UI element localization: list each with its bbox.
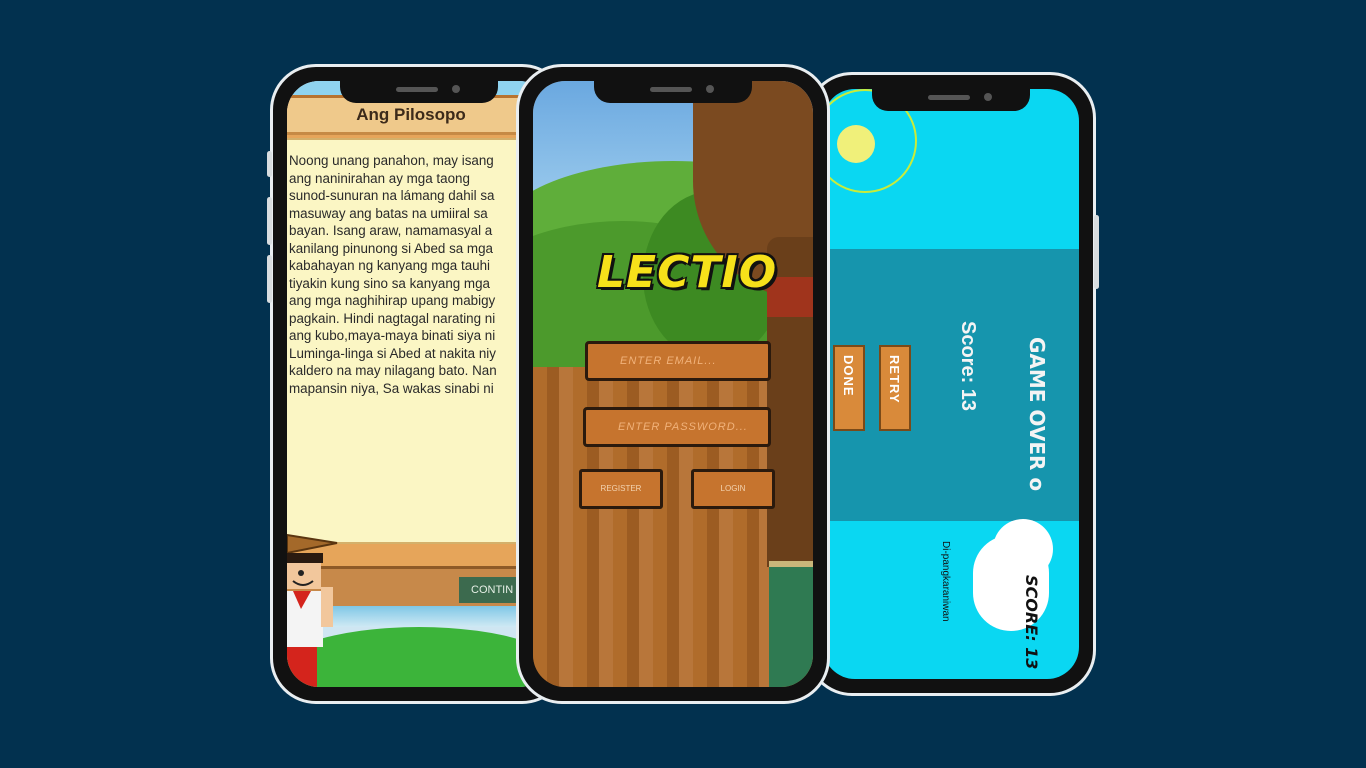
story-line: sunod-sunuran na lámang dahil sa [289, 188, 495, 203]
story-line: tiyakin kung sino sa kanyang mga [289, 275, 490, 291]
story-frame: Ang Pilosopo Noong unang panahon, may is… [287, 95, 538, 571]
game-screen: GAME OVER o Score: 13 RETRY DONE nay SCO… [823, 89, 1079, 679]
story-line: kanilang pinunong si Abed sa mga [289, 240, 493, 256]
story-paper: Noong unang panahon, may isang ang nanini… [287, 138, 527, 544]
side-button [267, 151, 272, 177]
done-button[interactable]: DONE [833, 345, 865, 431]
story-line: kaldero na may nilagang bato. Nan [289, 363, 497, 378]
side-button [267, 255, 272, 303]
register-button[interactable]: REGISTER [579, 469, 663, 509]
side-button [1094, 215, 1099, 289]
phone-notch [872, 87, 1030, 111]
phone-game-mockup: GAME OVER o Score: 13 RETRY DONE nay SCO… [806, 72, 1099, 696]
password-field[interactable] [583, 407, 772, 447]
story-line: pagkain. Hindi nagtagal narating ni [289, 310, 496, 326]
login-button[interactable]: LOGIN [691, 469, 775, 509]
game-score: Score: 13 [957, 321, 979, 412]
phone-notch [594, 79, 752, 103]
password-input[interactable] [616, 420, 772, 434]
lectio-logo: LECTIO [597, 247, 778, 298]
story-line: ang kubo,maya-maya binati siya ni [289, 328, 496, 343]
story-text: Noong unang panahon, may isang ang nanini… [289, 152, 525, 397]
story-title: Ang Pilosopo [287, 98, 535, 135]
story-line: kabahayan ng kanyang mga tauhi [289, 258, 491, 273]
side-button [267, 197, 272, 245]
book [769, 561, 813, 687]
phone-notch [340, 79, 498, 103]
story-line: mapansin niya, Sa wakas sinabi ni [289, 380, 494, 396]
story-line: ang mga naghihirap upang mabigy [289, 293, 496, 308]
story-line: masuway ang batas na umiiral sa [289, 205, 488, 221]
email-field[interactable] [585, 341, 772, 381]
game-over-title: GAME OVER o [1025, 337, 1049, 492]
phone-login-mockup: LECTIO REGISTER LOGIN [516, 64, 830, 704]
retry-button[interactable]: RETRY [879, 345, 911, 431]
bottom-score: SCORE: 13 [1022, 575, 1041, 670]
boy-character-illustration [287, 533, 338, 687]
story-line: Luminga-linga si Abed at nakita niy [289, 345, 496, 361]
login-screen: LECTIO REGISTER LOGIN [533, 81, 813, 687]
email-input[interactable] [618, 354, 772, 368]
story-line: bayan. Isang araw, namamasyal a [289, 223, 493, 238]
story-line: Noong unang panahon, may isang [289, 153, 494, 168]
story-line: ang naninirahan ay mga taong [289, 170, 470, 186]
story-screen: Ang Pilosopo Noong unang panahon, may is… [287, 81, 551, 687]
sun [837, 125, 875, 163]
bottom-caption: Di-pangkaraniwan [940, 541, 951, 622]
